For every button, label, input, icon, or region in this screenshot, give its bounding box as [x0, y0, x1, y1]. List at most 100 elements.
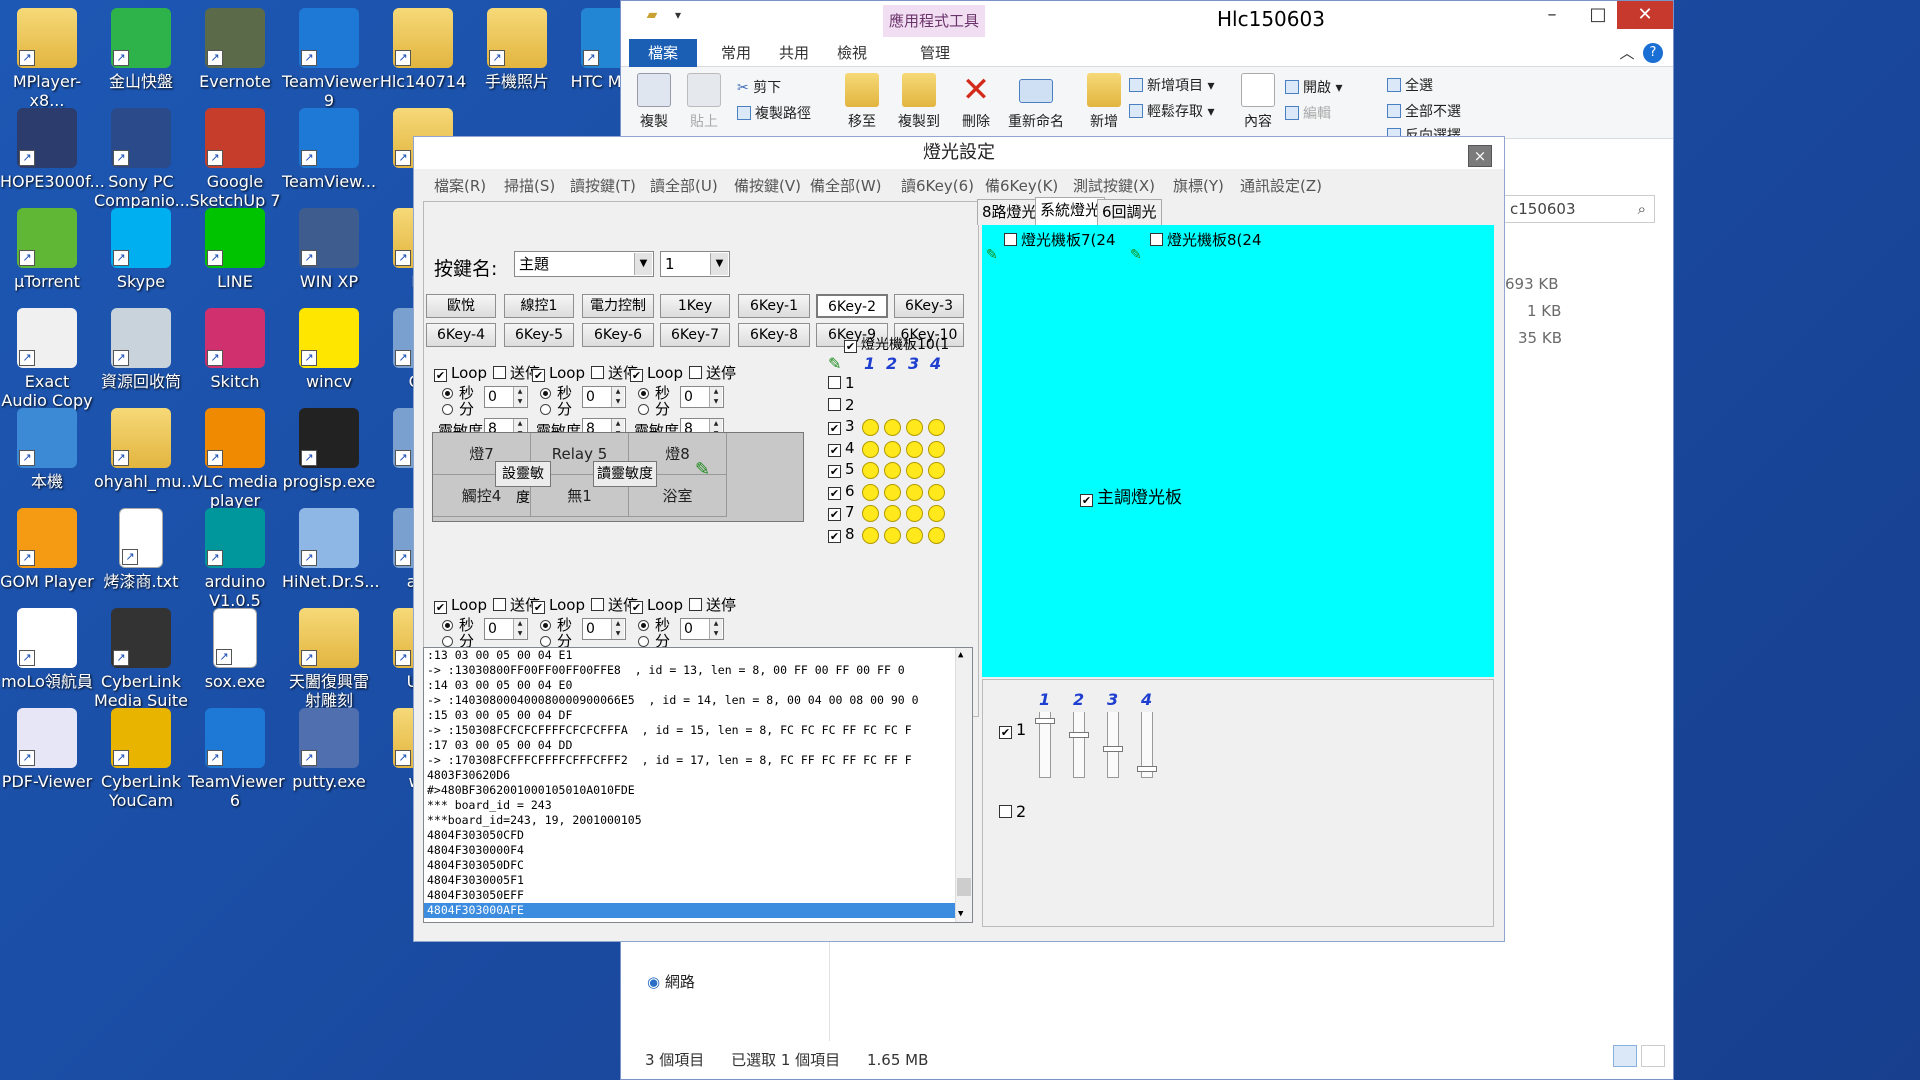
desktop-icon[interactable]: ↗ WIN XP	[282, 204, 376, 291]
menu-item[interactable]: 旗標(Y)	[1173, 175, 1224, 196]
dimmer-slider[interactable]	[1065, 710, 1095, 782]
desktop-icon[interactable]: ↗ LINE	[188, 204, 282, 291]
lamp-indicator[interactable]	[906, 440, 923, 458]
desktop-icon[interactable]: ↗ Hlc140714	[376, 4, 470, 91]
lamp-indicator[interactable]	[862, 505, 879, 522]
tab-share[interactable]: 共用	[769, 39, 819, 67]
desktop-icon[interactable]: ↗ Skitch	[188, 304, 282, 391]
lamp-indicator[interactable]	[884, 440, 901, 458]
copy-to-button[interactable]: 複製到	[889, 73, 949, 131]
set-sensitivity-button[interactable]: 設靈敏度	[495, 461, 551, 506]
menu-item[interactable]: 備按鍵(V)	[734, 175, 801, 196]
properties-button[interactable]: 內容	[1235, 73, 1281, 131]
select-none-button[interactable]: 全部不選	[1387, 101, 1461, 121]
details-view-icon[interactable]	[1613, 1045, 1637, 1067]
dimmer-slider[interactable]	[1031, 710, 1061, 782]
desktop-icon[interactable]: ↗ CyberLink YouCam	[94, 704, 188, 810]
select-all-button[interactable]: 全選	[1387, 75, 1433, 95]
panel-tab[interactable]: 6回調光	[1097, 199, 1162, 225]
quick-access-chevron-icon[interactable]: ▾	[655, 1, 701, 29]
desktop-icon[interactable]: ↗ VLC media player	[188, 404, 282, 510]
desktop-icon[interactable]: ↗ TeamViewer 9	[282, 4, 379, 110]
dialog-close-button[interactable]: ×	[1468, 145, 1492, 167]
main-dimmer-option[interactable]: ✔ 主調燈光板	[1080, 483, 1182, 508]
theme-dropdown[interactable]: 主題 ▼	[514, 251, 654, 277]
lamp-indicator[interactable]	[884, 419, 901, 436]
min-radio[interactable]	[442, 636, 453, 647]
desktop-icon[interactable]: ↗ Exact Audio Copy	[0, 304, 94, 410]
paste-button[interactable]: 貼上	[681, 73, 727, 131]
desktop-icon[interactable]: ↗ moLo領航員	[0, 604, 94, 691]
scroll-down-icon[interactable]: ▼	[958, 907, 963, 922]
lamp-indicator[interactable]	[862, 440, 879, 458]
new-folder-button[interactable]: 新增	[1081, 73, 1127, 131]
key-button[interactable]: 6Key-7	[660, 323, 730, 347]
delete-button[interactable]: ✕ 刪除	[953, 73, 999, 131]
desktop-icon[interactable]: ↗ HOPE3000f...	[0, 104, 105, 191]
lighting-settings-dialog[interactable]: 燈光設定 × 檔案(R) 掃描(S) 讀按鍵(T) 讀全部(U) 備按鍵(V) 備全部(W…	[413, 136, 1505, 942]
desktop-icon[interactable]: ↗ PDF-Viewer	[0, 704, 94, 791]
desktop-icon[interactable]: ↗ 天闔復興雷射雕刻	[282, 604, 376, 710]
tab-manage[interactable]: 管理	[903, 39, 967, 67]
key-button[interactable]: 線控1	[504, 294, 574, 318]
desktop-icon[interactable]: ↗ sox.exe	[188, 604, 282, 691]
checkbox[interactable]	[1004, 233, 1017, 246]
maximize-button[interactable]: □	[1575, 1, 1621, 29]
panel-tab[interactable]: 8路燈光	[977, 199, 1042, 225]
help-icon[interactable]: ?	[1643, 43, 1663, 63]
new-item-button[interactable]: 新增項目 ▾	[1129, 75, 1214, 95]
slider-thumb[interactable]	[1035, 718, 1055, 724]
time-spinner[interactable]: 0	[680, 386, 724, 408]
desktop-icon[interactable]: ↗ 資源回收筒	[94, 304, 188, 391]
lamp-indicator[interactable]	[906, 462, 923, 479]
checkbox-checked[interactable]: ✔	[828, 486, 841, 500]
key-button[interactable]: 6Key-5	[504, 323, 574, 347]
desktop-icon[interactable]: ↗ wincv	[282, 304, 376, 391]
checkbox-checked[interactable]: ✔	[828, 443, 841, 457]
checkbox-checked[interactable]: ✔	[828, 529, 841, 543]
lamp-indicator[interactable]	[906, 526, 923, 544]
scroll-thumb[interactable]	[957, 878, 971, 896]
serial-log[interactable]: :13 03 00 05 00 04 E1 -> :13030800FF00FF0…	[423, 647, 973, 923]
time-spinner[interactable]: 0	[582, 386, 626, 408]
easy-access-button[interactable]: 輕鬆存取 ▾	[1129, 101, 1214, 121]
checkbox-checked[interactable]: ✔	[828, 508, 841, 521]
desktop-icon[interactable]: ↗ putty.exe	[282, 704, 376, 791]
tab-file[interactable]: 檔案	[629, 39, 697, 67]
lamp-indicator[interactable]	[928, 462, 945, 479]
checkbox-checked[interactable]: ✔	[999, 726, 1012, 739]
time-spinner[interactable]: 0	[680, 618, 724, 640]
key-button[interactable]: 電力控制	[582, 294, 654, 318]
lamp-indicator[interactable]	[884, 462, 901, 479]
lamp-indicator[interactable]	[906, 483, 923, 501]
key-button[interactable]: 6Key-4	[426, 323, 496, 347]
desktop-icon[interactable]: ↗ Evernote	[188, 4, 282, 91]
lamp-indicator[interactable]	[884, 526, 901, 544]
slider-thumb[interactable]	[1137, 766, 1157, 772]
lamp-indicator[interactable]	[862, 419, 879, 436]
loop-checkbox[interactable]: ✔	[630, 601, 643, 614]
send-stop-checkbox[interactable]	[688, 366, 702, 379]
close-button[interactable]: ✕	[1617, 1, 1673, 29]
search-box[interactable]: c150603 ⌕	[1503, 195, 1655, 223]
min-radio[interactable]	[638, 636, 649, 647]
nav-item-network[interactable]: ◉ 網路	[647, 971, 695, 992]
desktop-icon[interactable]: ↗ GOM Player	[0, 504, 94, 591]
menu-item[interactable]: 讀按鍵(T)	[570, 175, 636, 196]
desktop-icon[interactable]: ↗ 金山快盤	[94, 4, 188, 91]
read-sensitivity-button[interactable]: 讀靈敏度	[593, 461, 657, 487]
desktop-icon[interactable]: ↗ TeamView...	[282, 104, 376, 191]
dimmer-slider[interactable]	[1099, 710, 1129, 782]
lamp-indicator[interactable]	[928, 483, 945, 501]
copy-path-button[interactable]: 複製路徑	[737, 103, 811, 123]
checkbox-checked[interactable]: ✔	[1080, 494, 1093, 507]
desktop-icon[interactable]: ↗ TeamViewer 6	[188, 704, 285, 810]
send-stop-checkbox[interactable]	[492, 366, 506, 379]
context-tab-app-tools[interactable]: 應用程式工具	[883, 5, 985, 37]
min-radio[interactable]	[442, 404, 453, 415]
min-radio[interactable]	[638, 404, 649, 415]
open-button[interactable]: 開啟 ▾	[1285, 77, 1342, 97]
key-button[interactable]: 6Key-6	[582, 323, 654, 347]
desktop-icon[interactable]: ↗ HiNet.Dr.S...	[282, 504, 380, 591]
desktop-icon[interactable]: ↗ progisp.exe	[282, 404, 376, 491]
